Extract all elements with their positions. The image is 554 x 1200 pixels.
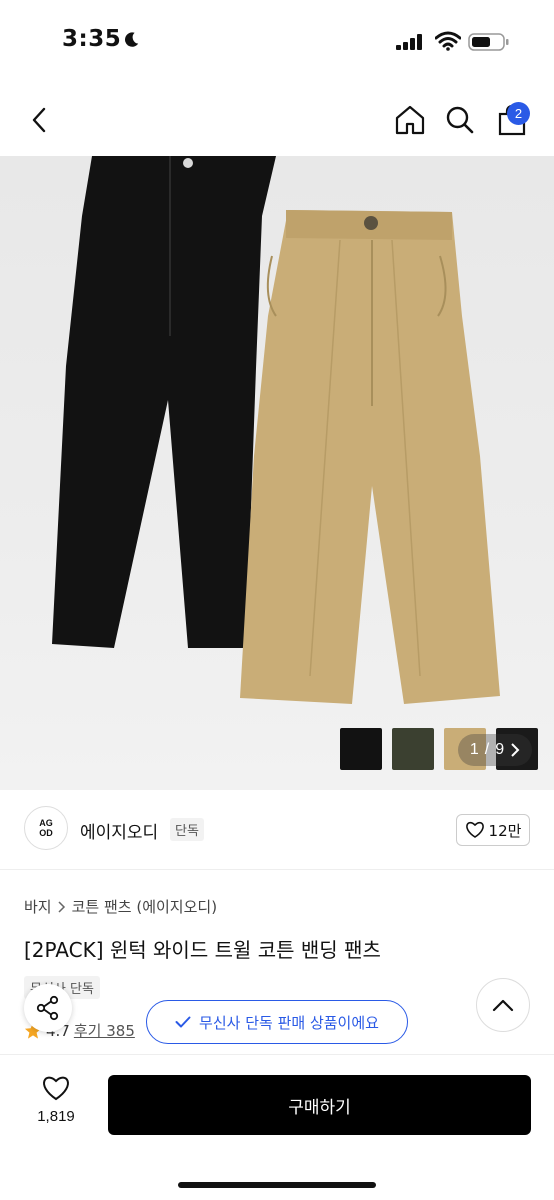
search-icon [446, 106, 474, 134]
home-button[interactable] [392, 102, 428, 138]
page-total: 9 [495, 741, 505, 758]
product-image[interactable] [0, 156, 554, 790]
brand-logo-top: AG [39, 818, 53, 828]
signal-icon [396, 34, 422, 50]
brand-exclusive-badge: 단독 [170, 818, 204, 841]
cart-badge: 2 [507, 102, 530, 125]
check-icon [175, 1016, 191, 1028]
page-current: 1 [469, 741, 479, 758]
bottom-action-bar: 1,819 구매하기 [0, 1054, 554, 1200]
thumbnail-olive[interactable] [392, 728, 434, 770]
breadcrumb-category[interactable]: 바지 [24, 896, 52, 917]
khaki-pants [240, 210, 500, 704]
status-time: 3:35 [62, 26, 122, 52]
brand-row: AG OD 에이지오디 단독 12만 [0, 790, 554, 870]
chevron-right-icon [511, 743, 520, 757]
status-bar: 3:35 [0, 0, 554, 84]
buy-button[interactable]: 구매하기 [108, 1075, 531, 1135]
home-icon [395, 105, 425, 135]
review-link[interactable]: 후기 385 [74, 1020, 135, 1041]
scroll-top-button[interactable] [476, 978, 530, 1032]
moon-icon [125, 32, 139, 47]
brand-name[interactable]: 에이지오디 [80, 818, 158, 843]
home-indicator [178, 1182, 376, 1188]
black-pants [52, 156, 276, 648]
share-icon [36, 995, 59, 1021]
chevron-left-icon [32, 107, 46, 133]
wishlist-button[interactable]: 1,819 [24, 1075, 88, 1125]
search-button[interactable] [442, 102, 478, 138]
nav-bar [0, 84, 554, 156]
back-button[interactable] [22, 102, 58, 138]
chevron-right-icon [58, 900, 65, 913]
brand-like-count: 12만 [488, 821, 522, 840]
page-separator: / [484, 741, 490, 758]
thumbnail-black[interactable] [340, 728, 382, 770]
heart-icon [43, 1076, 69, 1101]
chevron-up-icon [492, 999, 514, 1012]
exclusive-toast[interactable]: 무신사 단독 판매 상품이에요 [146, 1000, 408, 1044]
pants-illustration [52, 156, 500, 704]
battery-icon [468, 33, 509, 51]
wishlist-count: 1,819 [37, 1108, 75, 1125]
toast-text: 무신사 단독 판매 상품이에요 [199, 1013, 379, 1032]
product-title: [2PACK] 윈턱 와이드 트윌 코튼 밴딩 팬츠 [24, 938, 381, 962]
breadcrumb: 바지 코튼 팬츠 (에이지오디) [24, 896, 217, 917]
image-page-indicator[interactable]: 1 / 9 [458, 734, 532, 766]
brand-logo-bottom: OD [39, 828, 53, 838]
brand-logo[interactable]: AG OD [24, 806, 68, 850]
heart-icon [465, 821, 484, 838]
brand-like-button[interactable]: 12만 [456, 814, 530, 846]
breadcrumb-subcategory[interactable]: 코튼 팬츠 (에이지오디) [72, 896, 217, 917]
wifi-icon [435, 31, 461, 51]
share-button[interactable] [24, 984, 72, 1032]
